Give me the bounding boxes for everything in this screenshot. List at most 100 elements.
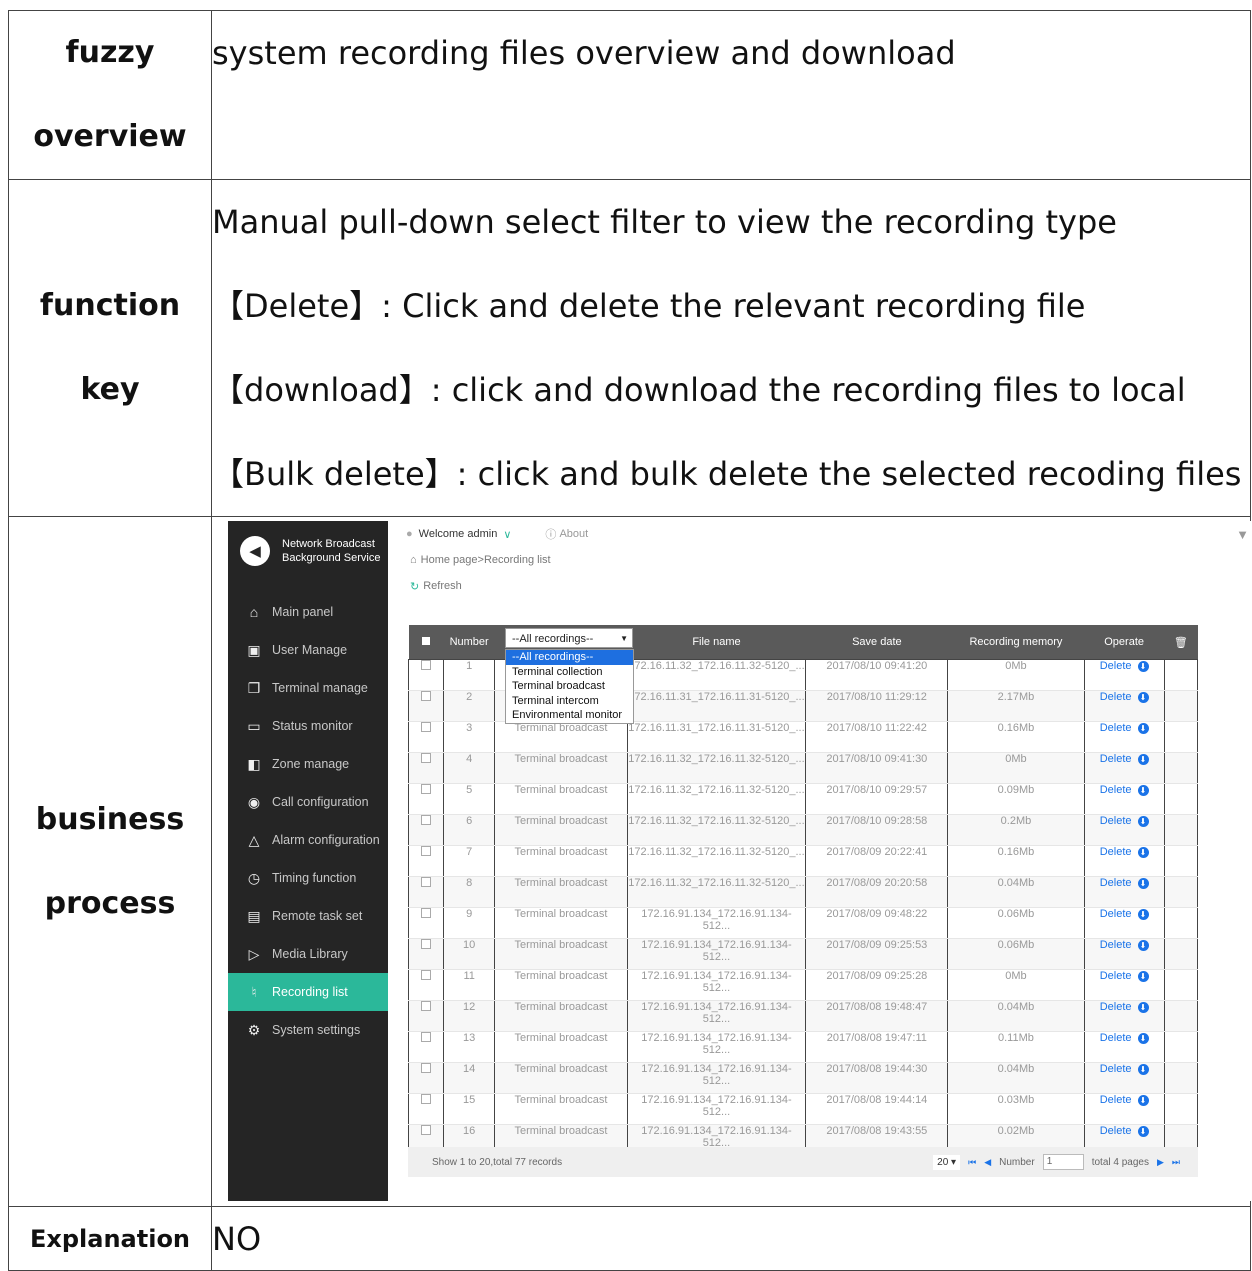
sidebar-item[interactable]: ❐ Terminal manage (228, 669, 388, 707)
row-checkbox[interactable] (408, 938, 444, 970)
row-checkbox[interactable] (408, 876, 444, 908)
delete-link[interactable]: Delete (1100, 1063, 1132, 1075)
download-icon[interactable]: ⬇ (1137, 1094, 1149, 1106)
theme-icon[interactable]: ▼ (1236, 527, 1249, 542)
row-checkbox[interactable] (408, 969, 444, 1001)
last-page-icon[interactable]: ⏭ (1172, 1157, 1180, 1168)
row-save-date: 2017/08/10 11:29:12 (805, 690, 949, 722)
row-number: 3 (442, 721, 496, 753)
sidebar-item[interactable]: ◷ Timing function (228, 859, 388, 897)
select-all-checkbox[interactable] (408, 625, 444, 660)
row-checkbox[interactable] (408, 1031, 444, 1063)
dropdown-option[interactable]: Terminal intercom (506, 694, 633, 709)
row-memory: 0Mb (947, 659, 1085, 691)
row-spacer (1163, 814, 1199, 846)
delete-link[interactable]: Delete (1100, 908, 1132, 920)
row-checkbox[interactable] (408, 783, 444, 815)
download-icon[interactable]: ⬇ (1137, 1032, 1149, 1044)
row-memory: 0.03Mb (947, 1093, 1085, 1125)
text-line: system recording files overview and down… (212, 34, 956, 72)
delete-link[interactable]: Delete (1100, 691, 1132, 703)
row-checkbox[interactable] (408, 721, 444, 753)
sidebar-item-label: Recording list (272, 985, 348, 999)
page-input[interactable]: 1 (1042, 1154, 1084, 1170)
sidebar-item[interactable]: ◉ Call configuration (228, 783, 388, 821)
dropdown-option[interactable]: Terminal broadcast (506, 679, 633, 694)
page-size-select[interactable]: 20 ▾ (933, 1154, 961, 1170)
delete-link[interactable]: Delete (1100, 846, 1132, 858)
delete-link[interactable]: Delete (1100, 722, 1132, 734)
download-icon[interactable]: ⬇ (1137, 970, 1149, 982)
row-checkbox[interactable] (408, 1000, 444, 1032)
row-number: 13 (442, 1031, 496, 1063)
delete-link[interactable]: Delete (1100, 784, 1132, 796)
sidebar-item[interactable]: ▭ Status monitor (228, 707, 388, 745)
about-link[interactable]: About (559, 528, 588, 540)
row-checkbox[interactable] (408, 690, 444, 722)
delete-link[interactable]: Delete (1100, 877, 1132, 889)
download-icon[interactable]: ⬇ (1137, 1125, 1149, 1137)
row-spacer (1163, 1062, 1199, 1094)
delete-link[interactable]: Delete (1100, 1032, 1132, 1044)
refresh-button[interactable]: ↻ Refresh (388, 573, 1252, 599)
sidebar-item[interactable]: △ Alarm configuration (228, 821, 388, 859)
user-menu[interactable]: admin (467, 528, 497, 540)
dropdown-option[interactable]: Terminal collection (506, 665, 633, 680)
delete-link[interactable]: Delete (1100, 1125, 1132, 1137)
sidebar-item[interactable]: ⚙ System settings (228, 1011, 388, 1049)
dropdown-option[interactable]: --All recordings-- (506, 650, 633, 665)
row-checkbox[interactable] (408, 1093, 444, 1125)
sidebar-item[interactable]: ◧ Zone manage (228, 745, 388, 783)
recording-type-select[interactable]: --All recordings-- ▼ (505, 628, 633, 648)
download-icon[interactable]: ⬇ (1137, 815, 1149, 827)
sidebar-item[interactable]: ▷ Media Library (228, 935, 388, 973)
delete-link[interactable]: Delete (1100, 815, 1132, 827)
delete-link[interactable]: Delete (1100, 660, 1132, 672)
download-icon[interactable]: ⬇ (1137, 722, 1149, 734)
chevron-down-icon[interactable]: ∨ (503, 528, 511, 541)
table-row: 10 Terminal broadcast 172.16.91.134_172.16… (408, 938, 1199, 970)
download-icon[interactable]: ⬇ (1137, 753, 1149, 765)
row-memory: 0.04Mb (947, 876, 1085, 908)
zone-icon: ◧ (247, 755, 261, 772)
download-icon[interactable]: ⬇ (1137, 908, 1149, 920)
row-memory: 0.16Mb (947, 721, 1085, 753)
text-line: 【Delete】: Click and delete the relevant … (212, 287, 1086, 325)
download-icon[interactable]: ⬇ (1137, 784, 1149, 796)
download-icon[interactable]: ⬇ (1137, 691, 1149, 703)
home-icon[interactable]: ⌂ (410, 554, 417, 566)
row-checkbox[interactable] (408, 845, 444, 877)
delete-link[interactable]: Delete (1100, 1001, 1132, 1013)
prev-page-icon[interactable]: ◀ (984, 1157, 991, 1168)
first-page-icon[interactable]: ⏮ (968, 1157, 976, 1168)
download-icon[interactable]: ⬇ (1137, 846, 1149, 858)
row-checkbox[interactable] (408, 659, 444, 691)
dropdown-option[interactable]: Environmental monitor (506, 708, 633, 723)
column-recording-memory: Recording memory (947, 625, 1085, 660)
row-memory: 0.04Mb (947, 1000, 1085, 1032)
next-page-icon[interactable]: ▶ (1157, 1157, 1164, 1168)
download-icon[interactable]: ⬇ (1137, 660, 1149, 672)
sidebar-item[interactable]: ▣ User Manage (228, 631, 388, 669)
delete-link[interactable]: Delete (1100, 970, 1132, 982)
download-icon[interactable]: ⬇ (1137, 939, 1149, 951)
download-icon[interactable]: ⬇ (1137, 1001, 1149, 1013)
sidebar-item[interactable]: ▤ Remote task set (228, 897, 388, 935)
trash-icon[interactable]: 🗑 (1164, 625, 1198, 660)
timer-icon: ◷ (247, 869, 261, 886)
row-file-name: 172.16.11.32_172.16.11.32-5120_... (626, 814, 807, 846)
delete-link[interactable]: Delete (1100, 939, 1132, 951)
sidebar-item[interactable]: ♮ Recording list (228, 973, 388, 1011)
delete-link[interactable]: Delete (1100, 753, 1132, 765)
row-checkbox[interactable] (408, 907, 444, 939)
delete-link[interactable]: Delete (1100, 1094, 1132, 1106)
sidebar-item[interactable]: ⌂ Main panel (228, 593, 388, 631)
row-checkbox[interactable] (408, 1062, 444, 1094)
row-checkbox[interactable] (408, 814, 444, 846)
refresh-label: Refresh (423, 580, 462, 592)
download-icon[interactable]: ⬇ (1137, 877, 1149, 889)
row-memory: 0.04Mb (947, 1062, 1085, 1094)
download-icon[interactable]: ⬇ (1137, 1063, 1149, 1075)
row-checkbox[interactable] (408, 752, 444, 784)
breadcrumb-text[interactable]: Home page>Recording list (421, 554, 551, 566)
